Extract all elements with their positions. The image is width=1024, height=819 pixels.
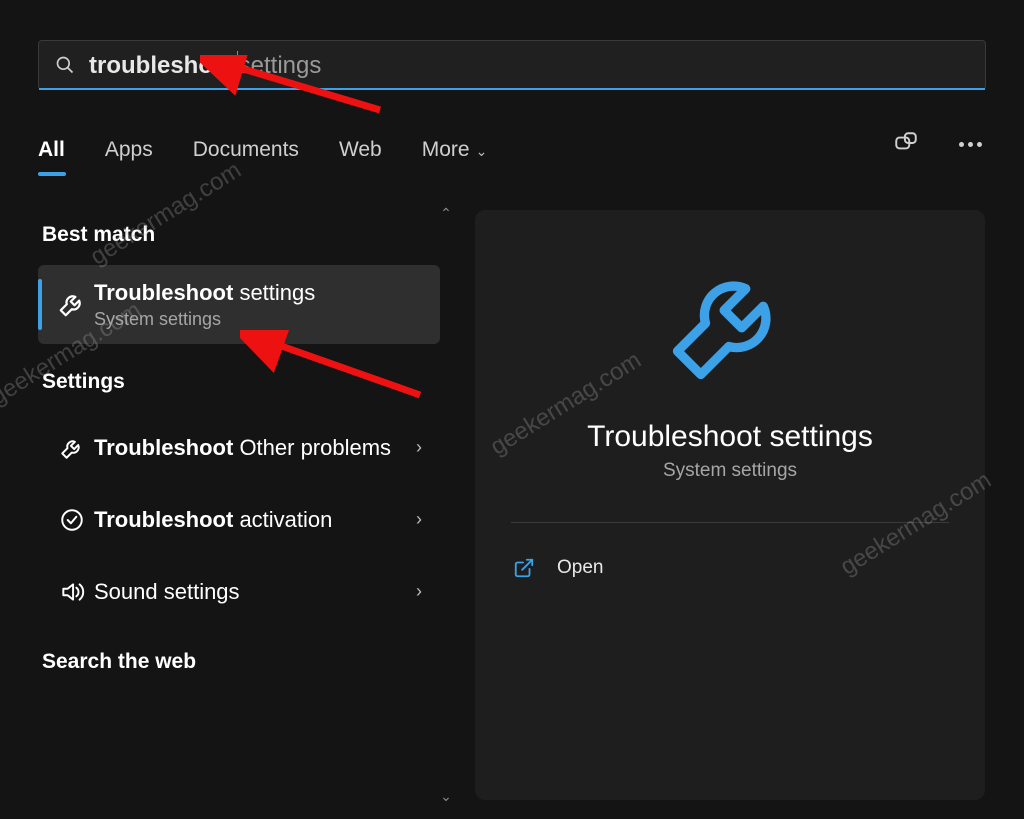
scroll-up-icon: ⌃ (440, 205, 452, 222)
best-match-result[interactable]: Troubleshoot settings System settings (38, 265, 440, 344)
search-query-bold: troubleshoot (89, 52, 236, 79)
wrench-icon (50, 289, 94, 319)
search-focus-underline (39, 88, 985, 90)
open-external-icon (513, 557, 535, 579)
results-scrollbar[interactable]: ⌃ ⌄ (440, 205, 452, 805)
check-circle-icon (50, 507, 94, 533)
open-label: Open (557, 557, 603, 579)
divider (511, 522, 949, 523)
section-settings: Settings (42, 370, 440, 394)
tab-apps[interactable]: Apps (105, 130, 153, 170)
filter-tabs: All Apps Documents Web More ⌄ (38, 125, 986, 175)
detail-title: Troubleshoot settings (511, 420, 949, 454)
chevron-right-icon: › (416, 581, 428, 602)
settings-result-activation[interactable]: Troubleshoot activation › (38, 484, 440, 556)
settings-results-list: Troubleshoot Other problems › Troublesho… (38, 412, 440, 628)
wrench-icon (50, 435, 94, 461)
settings-result-other-problems[interactable]: Troubleshoot Other problems › (38, 412, 440, 484)
more-options-icon[interactable] (957, 134, 984, 152)
detail-pane: Troubleshoot settings System settings Op… (475, 210, 985, 800)
search-query-suggestion: settings (239, 52, 322, 79)
tab-all[interactable]: All (38, 130, 65, 170)
sound-icon (50, 579, 94, 605)
open-action[interactable]: Open (511, 543, 949, 593)
chevron-right-icon: › (416, 437, 428, 458)
result-subtitle: System settings (94, 309, 428, 330)
header-right-icons (893, 130, 984, 156)
search-bar[interactable]: troubleshootsettings (38, 40, 986, 90)
settings-result-sound[interactable]: Sound settings › (38, 556, 440, 628)
section-best-match: Best match (42, 223, 440, 247)
detail-subtitle: System settings (511, 460, 949, 482)
chat-icon[interactable] (893, 130, 919, 156)
detail-wrench-icon (511, 252, 949, 392)
chevron-down-icon: ⌄ (476, 143, 488, 159)
tab-web[interactable]: Web (339, 130, 382, 170)
chevron-right-icon: › (416, 509, 428, 530)
tab-more[interactable]: More ⌄ (422, 130, 488, 170)
results-pane: Best match Troubleshoot settings System … (38, 205, 440, 805)
result-title: Sound settings (94, 578, 416, 606)
result-title: Troubleshoot activation (94, 506, 416, 534)
text-caret (237, 51, 238, 77)
search-input-text: troubleshootsettings (89, 51, 321, 80)
search-icon (55, 55, 75, 75)
section-search-web: Search the web (42, 650, 440, 674)
tab-more-label: More (422, 138, 470, 161)
result-title: Troubleshoot Other problems (94, 434, 416, 462)
scroll-down-icon: ⌄ (440, 788, 452, 805)
tab-documents[interactable]: Documents (193, 130, 299, 170)
result-title: Troubleshoot settings (94, 279, 428, 307)
